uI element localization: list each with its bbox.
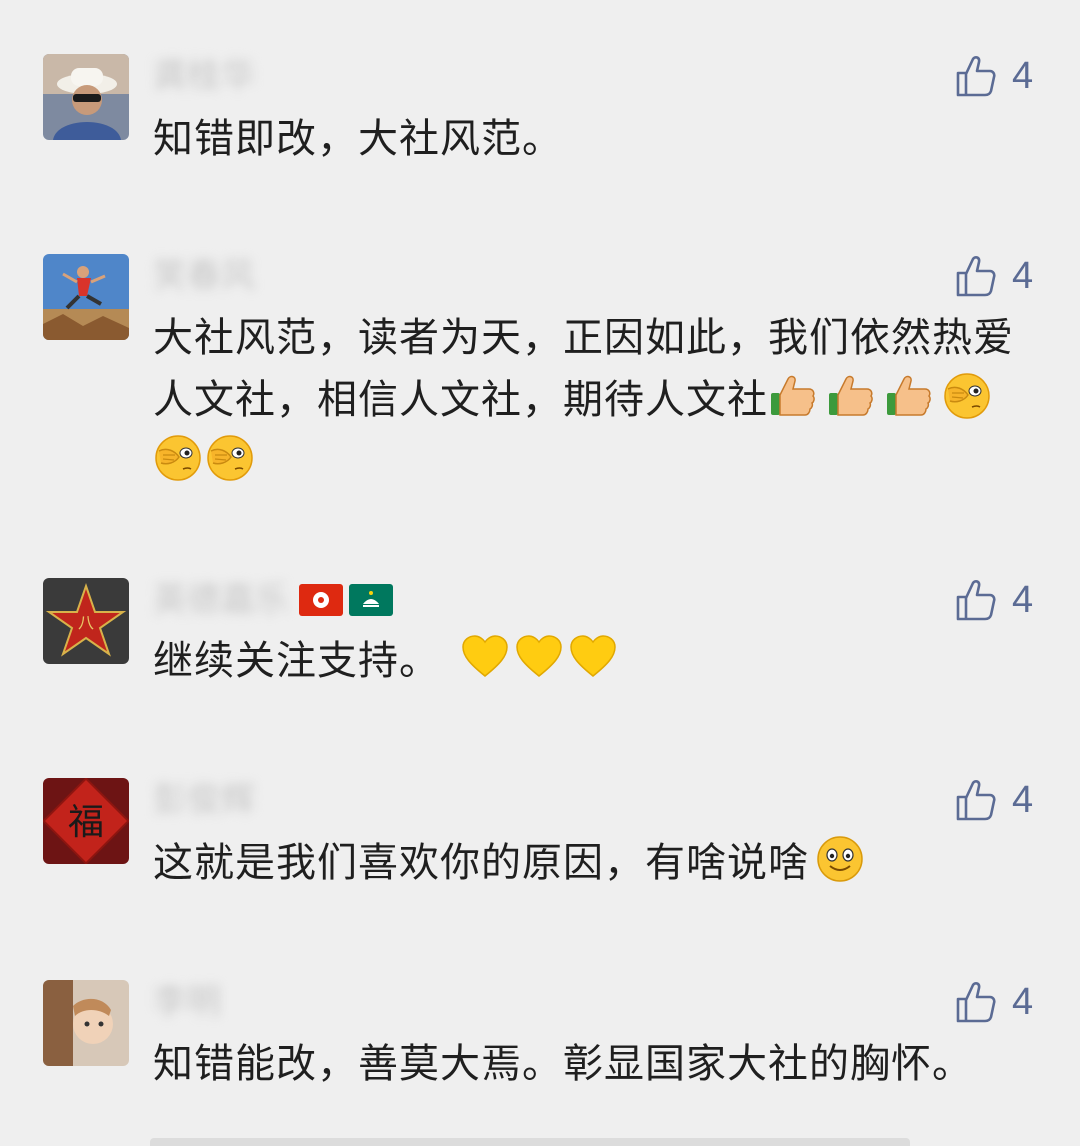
yellow-heart-icon — [460, 632, 510, 682]
like-button[interactable]: 4 — [956, 578, 1033, 622]
like-count: 4 — [1012, 980, 1034, 1023]
thumbs-up-emoji-icon — [884, 371, 934, 421]
avatar[interactable]: 福 — [43, 778, 129, 864]
like-button[interactable]: 4 — [956, 980, 1033, 1024]
like-count: 4 — [1012, 778, 1034, 821]
thumbs-up-emoji-icon — [768, 371, 818, 421]
avatar[interactable] — [43, 54, 129, 140]
yellow-heart-icon — [568, 632, 618, 682]
like-count: 4 — [1012, 254, 1034, 297]
thumbs-up-icon — [956, 579, 996, 621]
thumbs-up-icon — [956, 981, 996, 1023]
macau-flag-icon — [349, 584, 393, 616]
scroll-indicator — [150, 1138, 910, 1146]
commenter-name: 笑春风 — [153, 256, 255, 296]
commenter-name: 龚桂华 — [153, 56, 255, 96]
like-button[interactable]: 4 — [956, 54, 1033, 98]
commenter-name: 英德嘉乐 — [153, 580, 289, 620]
comment-text: 继续关注支持。 — [153, 630, 1033, 692]
facepalm-emoji-icon — [942, 371, 992, 421]
yellow-heart-icon — [514, 632, 564, 682]
like-count: 4 — [1012, 578, 1034, 621]
comment-text: 知错能改，善莫大焉。彰显国家大社的胸怀。 — [153, 1041, 973, 1087]
smile-icon — [815, 834, 865, 884]
svg-text:八: 八 — [78, 613, 94, 632]
comment-text: 这就是我们喜欢你的原因，有啥说啥 — [153, 832, 1033, 894]
thumbs-up-icon — [956, 55, 996, 97]
like-count: 4 — [1012, 54, 1034, 97]
comment-text: 知错即改，大社风范。 — [153, 116, 563, 162]
thumbs-up-icon — [956, 779, 996, 821]
commenter-name: 李明 — [153, 982, 221, 1022]
like-button[interactable]: 4 — [956, 778, 1033, 822]
avatar[interactable]: 八 — [43, 578, 129, 664]
like-button[interactable]: 4 — [956, 254, 1033, 298]
facepalm-emoji-icon — [205, 433, 255, 483]
avatar[interactable] — [43, 980, 129, 1066]
avatar[interactable] — [43, 254, 129, 340]
facepalm-emoji-icon — [153, 433, 203, 483]
commenter-name-row: 英德嘉乐 — [153, 578, 393, 622]
hong-kong-flag-icon — [299, 584, 343, 616]
comment-text: 大社风范，读者为天，正因如此，我们依然热爱人文社，相信人文社，期待人文社 — [153, 307, 1033, 493]
svg-text:福: 福 — [68, 802, 104, 843]
thumbs-up-emoji-icon — [826, 371, 876, 421]
commenter-name: 彭俊辉 — [153, 780, 255, 820]
thumbs-up-icon — [956, 255, 996, 297]
